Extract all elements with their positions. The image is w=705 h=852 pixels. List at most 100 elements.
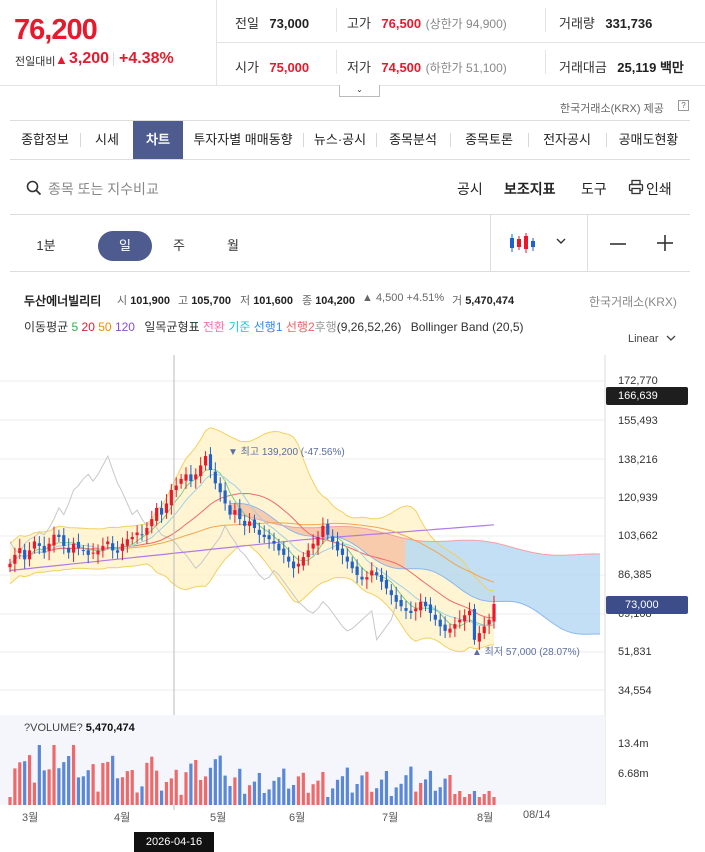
price-chart[interactable]: ▼ 최고 139,200 (-47.56%) ▲ 최저 57,000 (28.0… [0, 350, 705, 810]
ichimoku-params: (9,26,52,26) [336, 320, 402, 334]
volume-bar [140, 786, 144, 805]
period-day[interactable]: 일 [98, 231, 152, 261]
volume-bar [155, 770, 159, 805]
y-tick: 103,662 [618, 530, 658, 542]
volume-bar [404, 775, 408, 805]
volume-bar [438, 787, 442, 805]
zoom-out-icon[interactable] [609, 236, 627, 252]
trade-value-label: 거래대금 [559, 60, 607, 75]
bollinger-label: Bollinger Band (20,5) [410, 320, 524, 334]
low-label: 저가 [347, 60, 371, 75]
volume-bar [467, 794, 472, 805]
divider [336, 8, 337, 32]
candle-body [13, 554, 17, 564]
volume-bar [145, 762, 149, 805]
print-button[interactable]: 인쇄 [646, 179, 672, 199]
divider [490, 215, 491, 271]
chevron-down-icon[interactable] [555, 237, 567, 245]
candle-body [482, 626, 486, 634]
zoom-in-icon[interactable] [656, 234, 674, 252]
candle-body [463, 615, 467, 622]
candle-body [174, 485, 178, 491]
volume-bar [208, 767, 213, 805]
indicators-button[interactable]: 보조지표 [504, 179, 556, 199]
candlestick-type-icon[interactable] [508, 232, 536, 254]
ma-label: 이동평균 [24, 320, 69, 334]
print-icon[interactable] [628, 179, 644, 195]
candle-body [91, 552, 95, 554]
tab-quotes[interactable]: 시세 [81, 121, 133, 159]
volume-bar [360, 775, 364, 805]
period-month[interactable]: 월 [218, 231, 248, 261]
volume-bar [463, 797, 467, 805]
candle-body [179, 478, 183, 484]
candle-body [111, 543, 115, 551]
period-week[interactable]: 주 [164, 231, 194, 261]
candle-body [213, 471, 217, 484]
tab-discussion[interactable]: 종목토론 [451, 121, 527, 159]
tab-disclosure[interactable]: 전자공시 [529, 121, 605, 159]
volume-bar [32, 782, 37, 805]
candle-body [257, 529, 261, 535]
volume-bar [47, 769, 51, 805]
volume-tick: 13.4m [618, 738, 649, 750]
candle-body [443, 624, 447, 631]
candle-body [199, 465, 203, 477]
volume-bar [370, 791, 374, 805]
volume-bar [379, 779, 384, 805]
volume-bar [252, 781, 257, 805]
volume-panel-value: 5,470,474 [85, 722, 135, 734]
trade-value-value: 25,119 백만 [617, 60, 684, 75]
tab-news[interactable]: 뉴스·공시 [304, 121, 376, 159]
candle-body [384, 579, 389, 589]
volume-bar [287, 788, 291, 805]
candle-body [331, 536, 335, 542]
candle-body [238, 508, 242, 520]
volume-bar [331, 788, 335, 805]
candle-body [272, 541, 276, 544]
candle-body [218, 483, 222, 493]
crosshair-date: 2026-04-16 [134, 832, 214, 852]
candle-body [223, 490, 227, 504]
tab-short-selling[interactable]: 공매도현황 [607, 121, 690, 159]
ohlc-low-label: 저 [240, 295, 251, 307]
scale-mode-select[interactable]: Linear [628, 333, 676, 345]
ichimoku-base: 기준 [228, 320, 251, 334]
candle-body [67, 547, 71, 553]
info-icon[interactable]: ? [678, 100, 689, 111]
volume-bar [448, 775, 452, 805]
ohlc-change: ▲ 4,500 +4.51% [362, 292, 445, 304]
tab-overview[interactable]: 종합정보 [10, 121, 80, 159]
candle-body [345, 556, 349, 562]
candle-body [106, 541, 110, 545]
candle-body [389, 590, 393, 596]
x-tick: 4월 [114, 812, 131, 824]
candle-body [252, 519, 257, 529]
high-price: 고가 76,500 (상한가 94,900) [347, 13, 507, 33]
tab-analysis[interactable]: 종목분석 [377, 121, 449, 159]
expand-button[interactable]: ⌄ [339, 85, 380, 97]
volume-bar [394, 787, 398, 805]
candle-body [267, 535, 271, 540]
compare-search-input[interactable]: 종목 또는 지수비교 [48, 179, 159, 199]
candle-body [203, 456, 208, 466]
candle-body [101, 545, 105, 551]
candle-body [194, 474, 198, 480]
volume-bar [282, 768, 286, 805]
volume-bar [335, 779, 340, 805]
candle-body [301, 557, 305, 566]
search-icon[interactable] [26, 180, 42, 196]
tab-chart[interactable]: 차트 [133, 121, 183, 159]
period-1min[interactable]: 1분 [24, 231, 68, 261]
volume-bar [194, 760, 198, 805]
candle-body [23, 549, 27, 560]
tab-investor-trading[interactable]: 투자자별 매매동향 [183, 121, 303, 159]
volume-bar [130, 770, 134, 805]
disclosure-button[interactable]: 공시 [457, 179, 483, 199]
y-tick: 86,385 [618, 569, 652, 581]
tools-button[interactable]: 도구 [581, 179, 607, 199]
candle-body [311, 543, 315, 549]
volume-bar [365, 771, 369, 805]
volume-bar [267, 789, 271, 805]
volume-value: 331,736 [605, 16, 653, 31]
